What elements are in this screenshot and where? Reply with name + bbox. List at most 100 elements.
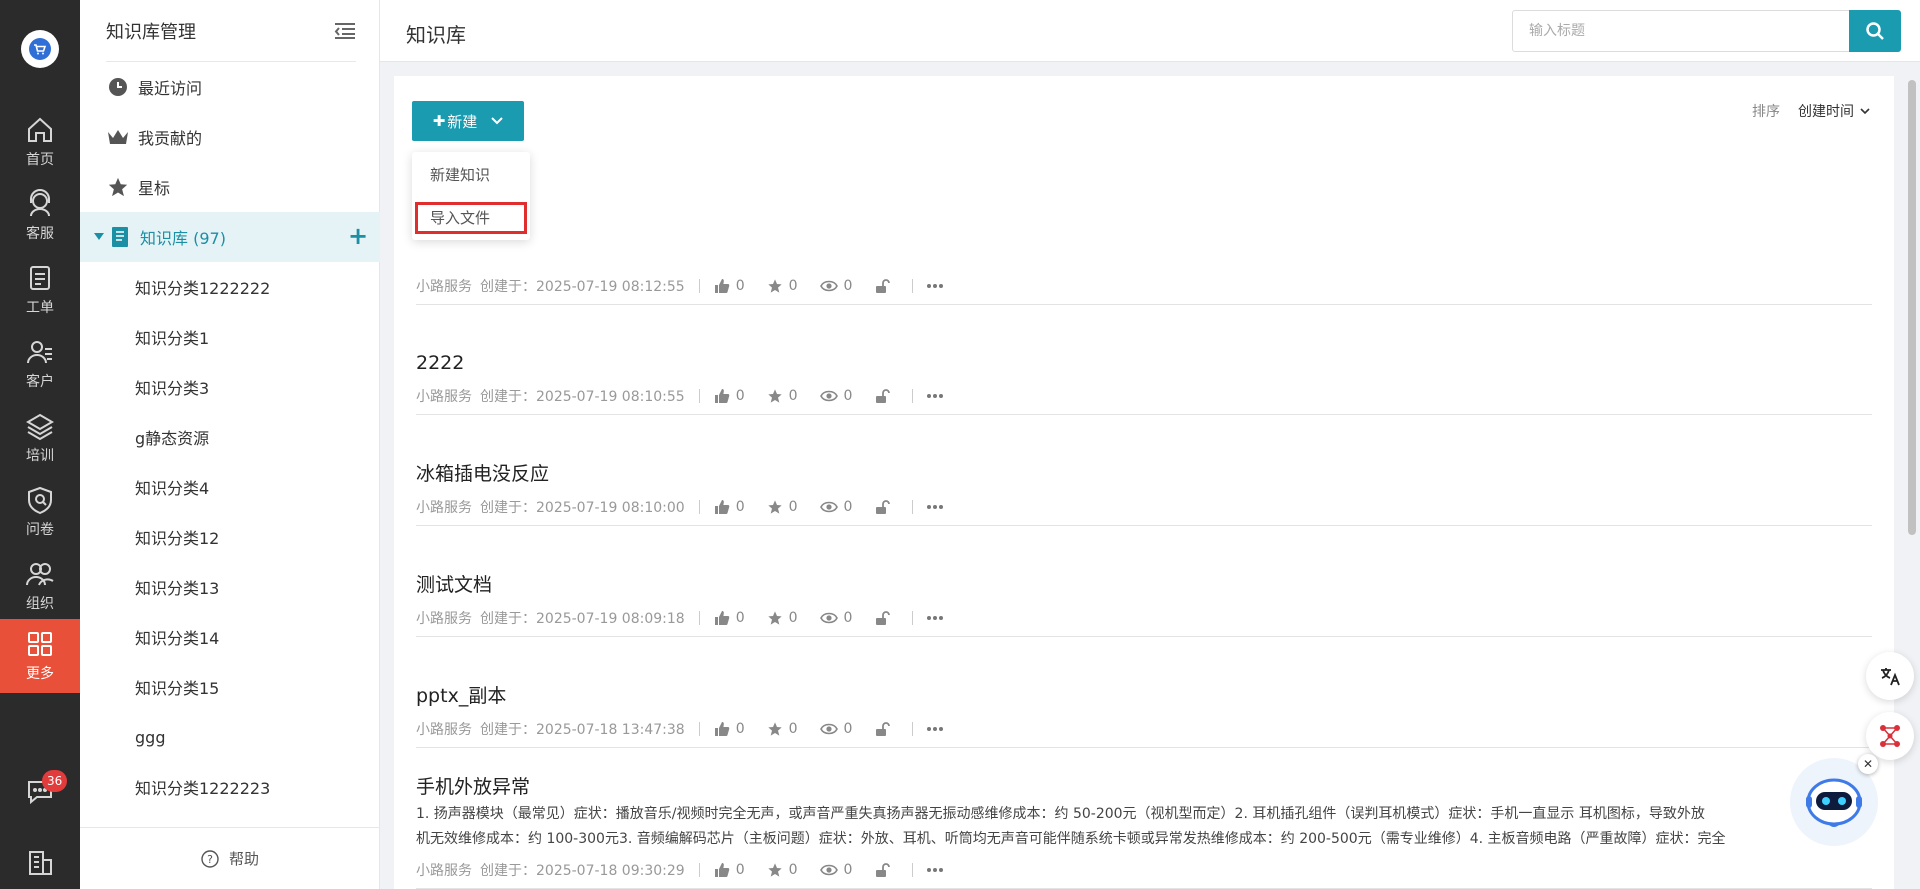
like-button[interactable]: 0 [714,610,745,626]
new-dropdown-button[interactable]: ✚ 新建 [412,101,524,141]
rail-item-survey[interactable]: 问卷 [0,475,80,549]
like-button[interactable]: 0 [714,499,745,515]
sidebar-category-item[interactable]: 知识分类1222223 [80,762,380,812]
star-button[interactable]: 0 [767,862,798,878]
lock-button[interactable] [874,278,891,294]
more-options-icon[interactable] [927,726,944,732]
sidebar-item-contributed[interactable]: 我贡献的 [80,112,380,162]
sidebar-category-item[interactable]: 知识分类1 [80,312,380,362]
collapse-menu-icon[interactable] [334,22,356,40]
knowledge-article[interactable]: 冰箱插电没反应 小路服务 创建于：2025-07-19 08:10:00 0 0 0 [416,412,1872,526]
like-button[interactable]: 0 [714,721,745,737]
like-button[interactable]: 0 [714,388,745,404]
help-link[interactable]: ? 帮助 [80,827,380,889]
category-label: 知识分类1222222 [135,279,271,298]
article-meta: 小路服务 创建于：2025-07-18 09:30:29 0 0 0 [416,852,1872,888]
divider [698,863,700,877]
category-label: 知识分类1222223 [135,779,271,798]
eye-icon [819,611,838,625]
rail-item-building[interactable] [0,840,80,889]
caret-down-icon[interactable] [94,233,104,241]
org-icon [26,563,54,586]
like-count: 0 [735,610,745,626]
article-excerpt: 机无效维修成本：约 100-300元3. 音频编解码芯片（主板问题）症状：外放、… [416,831,1726,847]
headset-icon [30,189,50,217]
sidebar-category-item[interactable]: 知识分类15 [80,662,380,712]
star-button[interactable]: 0 [767,388,798,404]
sidebar-category-item[interactable]: 知识分类3 [80,362,380,412]
like-button[interactable]: 0 [714,278,745,294]
close-assistant-icon[interactable]: ✕ [1858,754,1878,774]
rail-item-home[interactable]: 首页 [0,105,80,179]
article-title[interactable]: 手机外放异常 [416,772,1872,802]
rail-item-org[interactable]: 组织 [0,549,80,623]
thumbs-up-icon [714,721,730,737]
article-author: 小路服务 [416,722,472,738]
knowledge-article[interactable]: 小路服务 创建于：2025-07-19 08:12:55 0 0 0 [416,201,1872,305]
star-button[interactable]: 0 [767,278,798,294]
network-button[interactable] [1866,712,1914,760]
star-button[interactable]: 0 [767,499,798,515]
knowledge-article[interactable]: 测试文档 小路服务 创建于：2025-07-19 08:09:18 0 0 0 [416,523,1872,637]
rail-label: 组织 [26,596,54,612]
star-button[interactable]: 0 [767,721,798,737]
article-meta: 小路服务 创建于：2025-07-19 08:10:55 0 0 0 [416,378,1872,414]
knowledge-article[interactable]: pptx_副本 小路服务 创建于：2025-07-18 13:47:38 0 0 0 [416,634,1872,748]
star-icon [767,278,783,294]
category-label: 知识分类12 [135,529,220,548]
article-title[interactable]: 测试文档 [416,570,1872,600]
rail-item-service[interactable]: 客服 [0,179,80,253]
translate-button[interactable] [1866,652,1914,700]
rail-item-messages[interactable] [0,757,80,831]
rail-item-customer[interactable]: 客户 [0,327,80,401]
knowledge-article[interactable]: 手机外放异常 1. 扬声器模块（最常见）症状：播放音乐/视频时完全无声，或声音严重… [416,745,1872,889]
sidebar-item-knowledge-base[interactable]: 知识库 (97) + [80,212,380,262]
sidebar-category-item[interactable]: g静态资源 [80,412,380,462]
sidebar-category-item[interactable]: 知识分类4 [80,462,380,512]
knowledge-list-panel: ✚ 新建 新建知识 导入文件 排序 创建时间 小路服务 创建于：2025-07-1… [394,76,1894,889]
star-button[interactable]: 0 [767,610,798,626]
more-options-icon[interactable] [927,615,944,621]
more-options-icon[interactable] [927,504,944,510]
search-input[interactable] [1512,10,1856,52]
sidebar-category-item[interactable]: 知识分类1222222 [80,262,380,312]
lock-button[interactable] [874,610,891,626]
article-created: 创建于：2025-07-19 08:10:55 [480,389,685,405]
article-title[interactable]: 冰箱插电没反应 [416,459,1872,489]
sidebar-category-item[interactable]: 知识分类14 [80,612,380,662]
add-category-icon[interactable]: + [348,224,368,248]
sort-select[interactable]: 创建时间 [1798,101,1870,121]
lock-button[interactable] [874,388,891,404]
customer-icon [27,341,52,364]
sidebar-item-starred[interactable]: 星标 [80,162,380,212]
sidebar-item-recent[interactable]: 最近访问 [80,62,380,112]
divider [912,389,914,403]
search-button[interactable] [1849,10,1901,52]
lock-button[interactable] [874,862,891,878]
more-options-icon[interactable] [927,283,944,289]
sidebar-category-item[interactable]: 知识分类13 [80,562,380,612]
like-button[interactable]: 0 [714,862,745,878]
lock-button[interactable] [874,499,891,515]
like-count: 0 [735,862,745,878]
rail-item-more[interactable]: 更多 [0,619,80,693]
more-options-icon[interactable] [927,867,944,873]
divider [912,722,914,736]
article-title[interactable] [416,238,1872,268]
more-options-icon[interactable] [927,393,944,399]
sidebar-category-item[interactable]: ggg [80,712,380,762]
sidebar-category-item[interactable]: 知识分类12 [80,512,380,562]
rail-label: 更多 [26,666,54,682]
article-author: 小路服务 [416,279,472,295]
article-title[interactable]: 2222 [416,348,1872,378]
knowledge-sidebar: 知识库管理 最近访问 我贡献的 星标 知识库 (97) + 知识分类122222… [80,0,380,889]
knowledge-article[interactable]: 2222 小路服务 创建于：2025-07-19 08:10:55 0 0 0 [416,301,1872,415]
scrollbar-thumb[interactable] [1908,80,1916,535]
rail-item-training[interactable]: 培训 [0,401,80,475]
lock-button[interactable] [874,721,891,737]
rail-label: 客户 [26,374,54,390]
menu-item-new-knowledge[interactable]: 新建知识 [430,164,490,185]
rail-item-ticket[interactable]: 工单 [0,253,80,327]
app-logo[interactable] [21,30,59,68]
article-title[interactable]: pptx_副本 [416,681,1872,711]
